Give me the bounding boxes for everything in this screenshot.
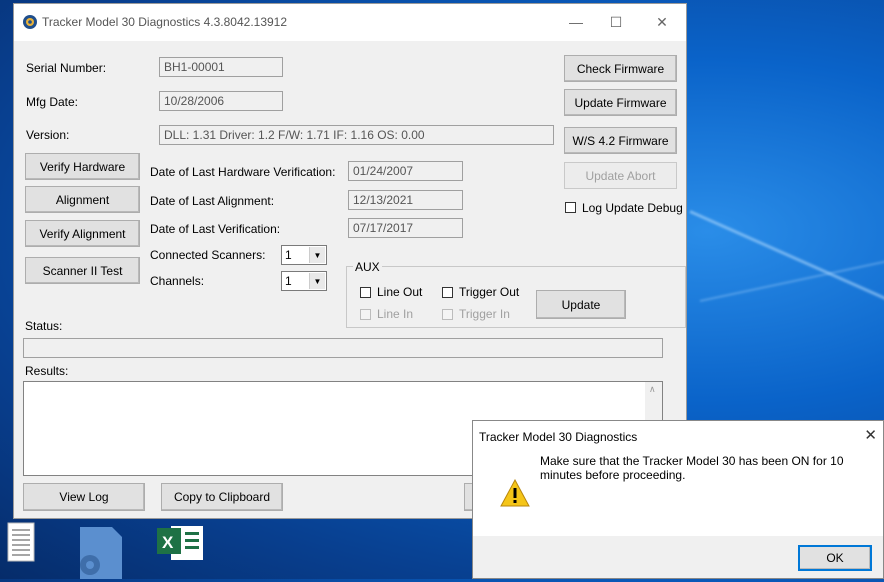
verification-date-label: Date of Last Verification: — [150, 222, 281, 236]
line-in-label: Line In — [377, 307, 414, 321]
verification-date-field: 07/17/2017 — [348, 218, 463, 238]
verify-hardware-button[interactable]: Verify Hardware — [25, 153, 140, 180]
dialog-close-button[interactable]: ✕ — [864, 426, 877, 444]
update-abort-button[interactable]: Update Abort — [564, 162, 677, 189]
settings-file-icon[interactable] — [72, 527, 128, 579]
channels-value: 1 — [285, 274, 292, 288]
ws-firmware-button[interactable]: W/S 4.2 Firmware — [564, 127, 677, 154]
wallpaper-light-beam — [689, 210, 884, 319]
hw-verification-label: Date of Last Hardware Verification: — [150, 165, 336, 179]
maximize-button[interactable]: ☐ — [594, 8, 638, 36]
window-title: Tracker Model 30 Diagnostics 4.3.8042.13… — [42, 15, 288, 29]
dialog-title: Tracker Model 30 Diagnostics — [479, 430, 638, 444]
aux-group-title: AUX — [353, 260, 382, 274]
view-log-button[interactable]: View Log — [23, 483, 145, 511]
close-button[interactable]: ✕ — [640, 8, 684, 36]
app-icon — [23, 15, 37, 29]
ok-button[interactable]: OK — [798, 545, 872, 571]
trigger-out-checkbox[interactable] — [442, 287, 453, 298]
line-out-checkbox[interactable] — [360, 287, 371, 298]
version-field: DLL: 1.31 Driver: 1.2 F/W: 1.71 IF: 1.16… — [159, 125, 554, 145]
alignment-date-label: Date of Last Alignment: — [150, 194, 275, 208]
message-dialog: Tracker Model 30 Diagnostics ✕ Make sure… — [472, 420, 884, 579]
scroll-up-arrow-icon[interactable]: ∧ — [649, 384, 656, 395]
log-update-debug-checkbox[interactable] — [565, 202, 576, 213]
mfg-date-field: 10/28/2006 — [159, 91, 283, 111]
hw-verification-field: 01/24/2007 — [348, 161, 463, 181]
chevron-down-icon: ▼ — [309, 247, 325, 263]
trigger-in-label: Trigger In — [459, 307, 510, 321]
chevron-down-icon: ▼ — [309, 273, 325, 289]
check-firmware-button[interactable]: Check Firmware — [564, 55, 677, 82]
scanner-test-button[interactable]: Scanner II Test — [25, 257, 140, 284]
channels-label: Channels: — [150, 274, 205, 288]
trigger-in-checkbox[interactable] — [442, 309, 453, 320]
line-out-label: Line Out — [377, 285, 423, 299]
excel-file-icon[interactable]: X — [155, 522, 205, 562]
mfg-date-label: Mfg Date: — [26, 95, 79, 109]
copy-clipboard-button[interactable]: Copy to Clipboard — [161, 483, 283, 511]
dialog-footer: OK — [473, 536, 883, 578]
trigger-out-label: Trigger Out — [459, 285, 520, 299]
aux-update-button[interactable]: Update — [536, 290, 626, 319]
results-label: Results: — [25, 364, 69, 378]
line-in-checkbox[interactable] — [360, 309, 371, 320]
verify-alignment-button[interactable]: Verify Alignment — [25, 220, 140, 247]
status-bar — [23, 338, 663, 358]
connected-scanners-label: Connected Scanners: — [150, 248, 266, 262]
status-label: Status: — [25, 319, 63, 333]
log-update-debug-label: Log Update Debug — [582, 201, 683, 215]
warning-icon — [500, 479, 530, 507]
connected-scanners-value: 1 — [285, 248, 292, 262]
version-label: Version: — [26, 128, 70, 142]
svg-text:X: X — [162, 533, 174, 552]
title-bar[interactable]: Tracker Model 30 Diagnostics 4.3.8042.13… — [14, 4, 686, 41]
connected-scanners-select[interactable]: 1 ▼ — [281, 245, 327, 265]
text-document-icon[interactable] — [7, 522, 35, 562]
alignment-date-field: 12/13/2021 — [348, 190, 463, 210]
channels-select[interactable]: 1 ▼ — [281, 271, 327, 291]
serial-number-label: Serial Number: — [26, 61, 107, 75]
update-firmware-button[interactable]: Update Firmware — [564, 89, 677, 116]
dialog-message: Make sure that the Tracker Model 30 has … — [540, 454, 844, 482]
serial-number-field: BH1-00001 — [159, 57, 283, 77]
alignment-button[interactable]: Alignment — [25, 186, 140, 213]
minimize-button[interactable]: — — [554, 8, 598, 36]
